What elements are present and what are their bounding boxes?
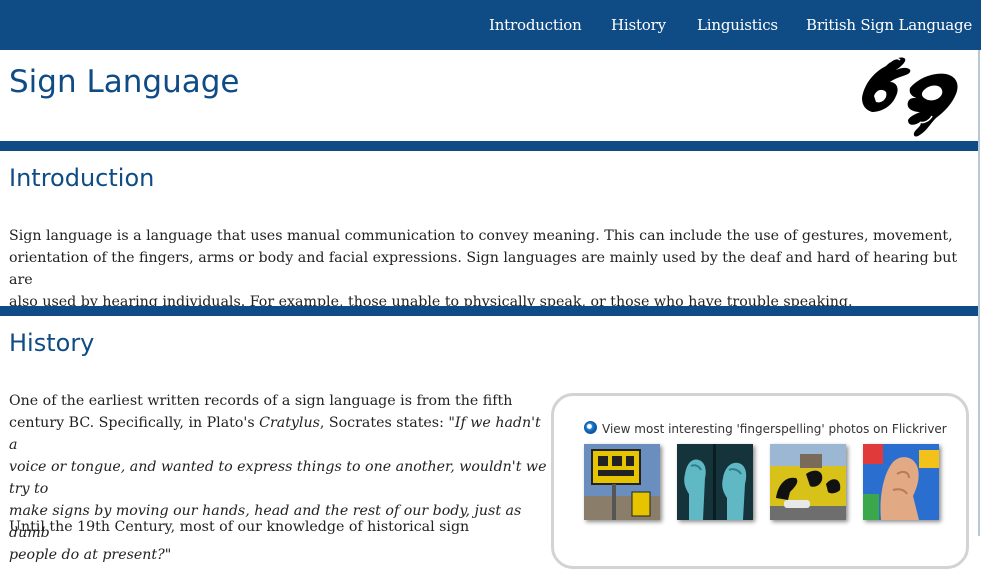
top-navigation-bar: Introduction History Linguistics British… [0, 0, 981, 50]
flickriver-widget: View most interesting 'fingerspelling' p… [551, 393, 969, 569]
history-text: century BC. Specifically, in Plato's [9, 415, 260, 431]
plato-quote: voice or tongue, and wanted to express t… [9, 459, 547, 497]
introduction-heading: Introduction [9, 164, 155, 192]
plato-quote: people do at present?" [9, 547, 172, 563]
section-divider [0, 306, 978, 316]
nav-link-linguistics[interactable]: Linguistics [697, 16, 778, 34]
sign-board-photo[interactable] [584, 444, 660, 520]
content-right-border [978, 50, 980, 536]
flickriver-label: View most interesting 'fingerspelling' p… [602, 422, 947, 436]
site-title: Sign Language [9, 64, 240, 100]
history-paragraph-2: Until the 19th Century, most of our know… [9, 519, 470, 535]
sign-language-hands-icon [862, 57, 958, 137]
introduction-line: Sign language is a language that uses ma… [9, 228, 953, 244]
nav-link-british-sign-language[interactable]: British Sign Language [806, 16, 972, 34]
nav-link-introduction[interactable]: Introduction [489, 16, 582, 34]
introduction-line: orientation of the fingers, arms or body… [9, 250, 958, 288]
history-text: , Socrates states: [319, 415, 449, 431]
flickriver-icon [584, 421, 597, 434]
hands-fingerspelling-photo[interactable] [677, 444, 753, 520]
history-line: One of the earliest written records of a… [9, 393, 513, 409]
section-divider [0, 141, 978, 151]
hands-mural-photo[interactable] [770, 444, 846, 520]
finger-closeup-photo[interactable] [863, 444, 939, 520]
cratylus-title: Cratylus [259, 415, 320, 431]
history-paragraph: One of the earliest written records of a… [9, 390, 549, 566]
introduction-paragraph: Sign language is a language that uses ma… [9, 225, 974, 313]
history-heading: History [9, 329, 95, 357]
flickriver-link[interactable]: View most interesting 'fingerspelling' p… [584, 421, 947, 436]
nav-link-history[interactable]: History [611, 16, 666, 34]
